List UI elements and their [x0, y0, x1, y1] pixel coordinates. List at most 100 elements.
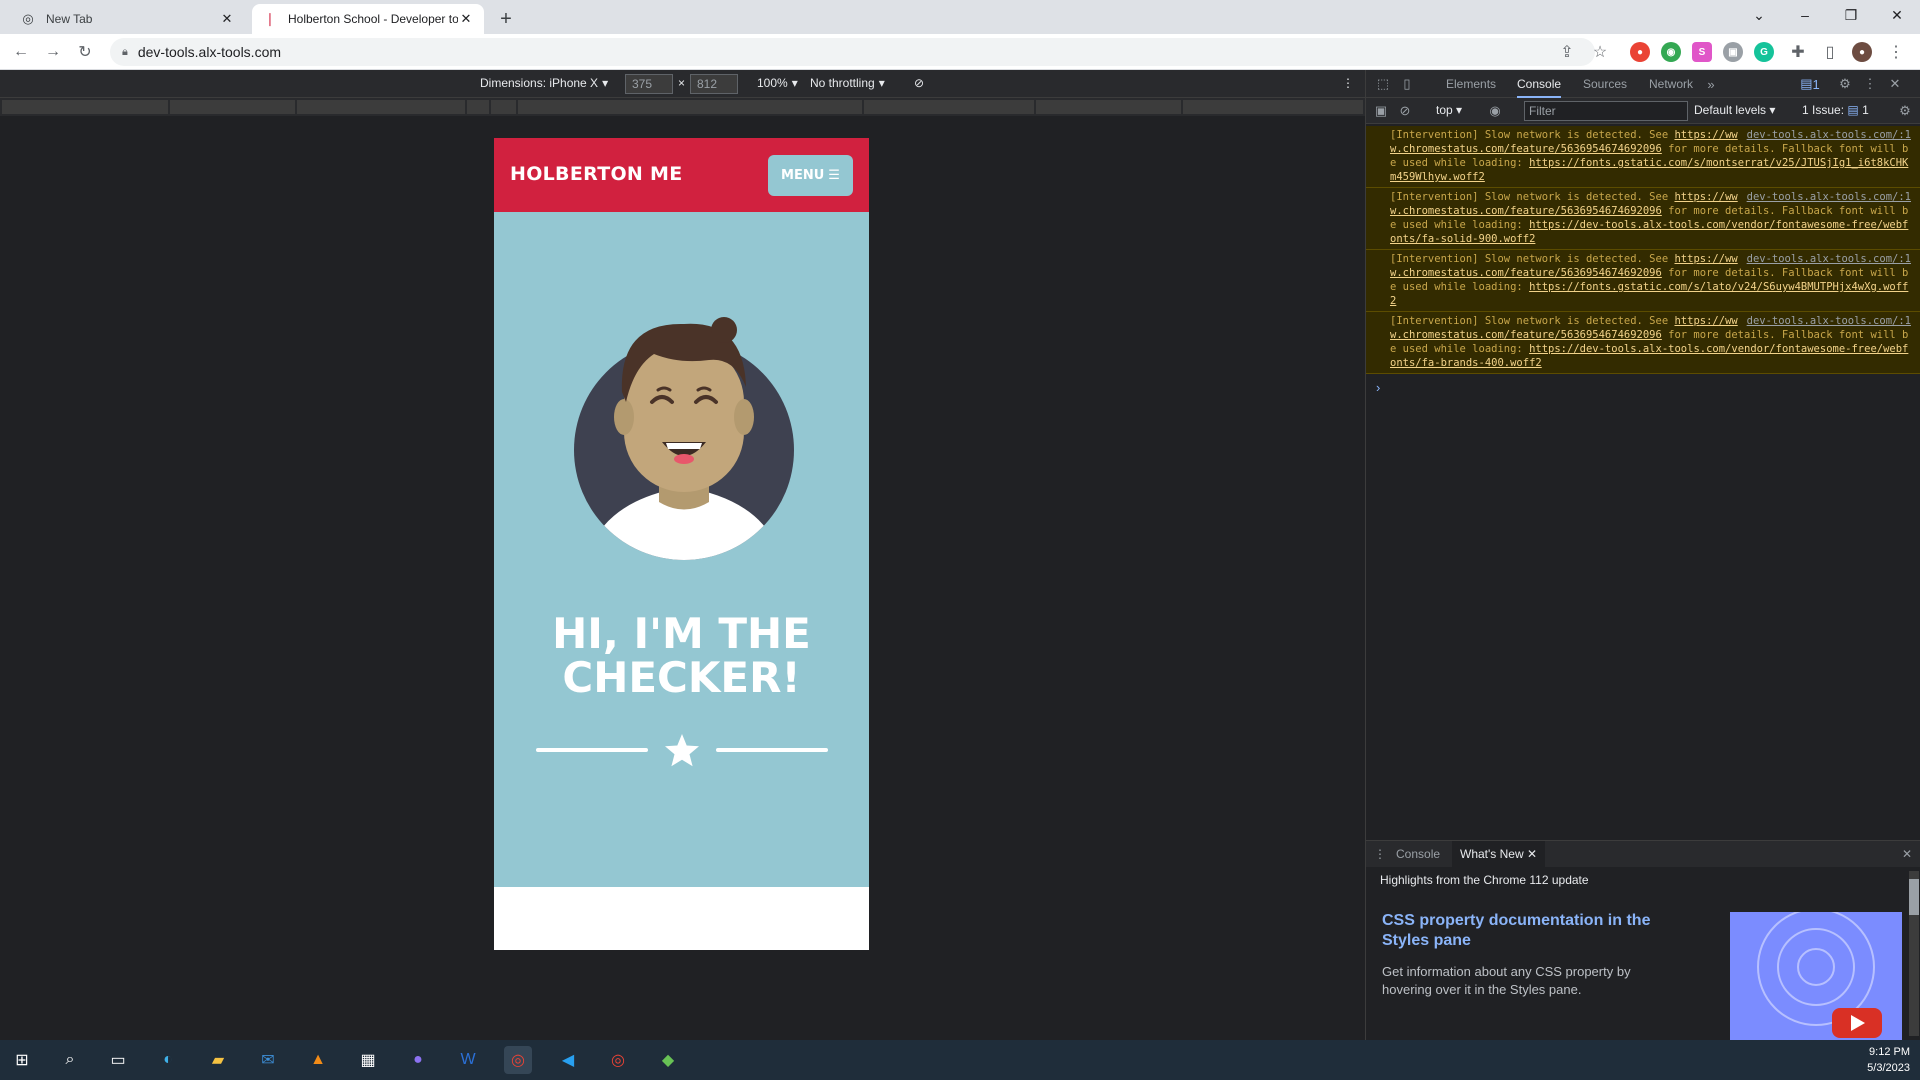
menu-button[interactable]: MENU ☰: [768, 155, 853, 196]
source-link[interactable]: dev-tools.alx-tools.com/:1: [1747, 190, 1911, 204]
close-drawer-icon[interactable]: ✕: [1894, 841, 1920, 867]
address-bar[interactable]: 🔒︎ dev-tools.alx-tools.com: [110, 38, 1595, 66]
bookmark-star-icon[interactable]: ☆: [1588, 40, 1612, 64]
store-icon[interactable]: ▦: [354, 1046, 382, 1074]
camera-extension-icon[interactable]: ▣: [1723, 42, 1743, 62]
mail-icon[interactable]: ✉: [254, 1046, 282, 1074]
zoom-select[interactable]: 100% ▾: [757, 76, 798, 90]
media-query-bar[interactable]: [517, 100, 863, 114]
issues-button[interactable]: 1 Issue: ▤ 1: [1802, 103, 1869, 117]
devtools-menu-icon[interactable]: ⋮: [1861, 75, 1879, 93]
device-select[interactable]: Dimensions: iPhone X ▾: [480, 76, 608, 90]
search-icon[interactable]: ⌕: [56, 1046, 84, 1074]
throttling-select[interactable]: No throttling ▾: [810, 76, 885, 90]
tab-sources[interactable]: Sources: [1583, 70, 1627, 98]
close-icon[interactable]: ✕: [458, 11, 474, 27]
media-query-bar[interactable]: [296, 100, 465, 114]
drawer-tab-whats-new[interactable]: What's New ✕: [1452, 841, 1546, 867]
extension-icon[interactable]: S: [1692, 42, 1712, 62]
extension-icon[interactable]: ●: [1630, 42, 1650, 62]
task-view-icon[interactable]: ▭: [104, 1046, 132, 1074]
extensions-puzzle-icon[interactable]: ✚: [1786, 40, 1810, 64]
video-thumbnail[interactable]: [1730, 912, 1902, 1042]
chromestatus-link[interactable]: http: [1674, 253, 1699, 265]
height-input[interactable]: 812: [690, 74, 738, 94]
clear-console-icon[interactable]: ⊘: [1396, 102, 1414, 120]
context-select[interactable]: top ▾: [1436, 103, 1462, 117]
tab-elements[interactable]: Elements: [1446, 70, 1496, 98]
reload-button[interactable]: ↻: [73, 40, 97, 64]
star-icon: [665, 734, 699, 767]
hamburger-icon: ☰: [828, 168, 840, 183]
close-window-button[interactable]: ✕: [1874, 0, 1920, 30]
new-tab-button[interactable]: +: [494, 7, 518, 31]
app-icon[interactable]: ◆: [654, 1046, 682, 1074]
vlc-icon[interactable]: ▲: [304, 1046, 332, 1074]
more-tabs-icon[interactable]: »: [1702, 75, 1720, 93]
side-panel-icon[interactable]: ▯: [1818, 40, 1842, 64]
tab-network[interactable]: Network: [1649, 70, 1693, 98]
close-icon[interactable]: ✕: [219, 11, 235, 27]
chromestatus-link[interactable]: http: [1674, 129, 1699, 141]
vscode-icon[interactable]: ◀: [554, 1046, 582, 1074]
rotate-icon[interactable]: ⊘: [914, 76, 924, 90]
device-toggle-icon[interactable]: ▯: [1398, 75, 1416, 93]
file-explorer-icon[interactable]: ▰: [204, 1046, 232, 1074]
chrome-icon[interactable]: ◎: [504, 1046, 532, 1074]
minimize-button[interactable]: –: [1782, 0, 1828, 30]
width-input[interactable]: 375: [625, 74, 673, 94]
system-clock[interactable]: 9:12 PM 5/3/2023: [1867, 1044, 1910, 1076]
media-query-bar[interactable]: [466, 100, 489, 114]
discord-icon[interactable]: ●: [404, 1046, 432, 1074]
tab-new-tab[interactable]: ◎ New Tab ✕: [10, 4, 245, 34]
settings-gear-icon[interactable]: ⚙: [1836, 75, 1854, 93]
media-query-bar[interactable]: [864, 100, 1035, 114]
close-icon[interactable]: ✕: [1527, 847, 1537, 861]
source-link[interactable]: dev-tools.alx-tools.com/:1: [1747, 252, 1911, 266]
kebab-menu-icon[interactable]: ⋮: [1884, 40, 1908, 64]
levels-value: Default levels: [1694, 103, 1767, 117]
drawer-tab-console[interactable]: Console: [1388, 841, 1448, 867]
media-query-bar[interactable]: [490, 100, 516, 114]
media-query-bar[interactable]: [169, 100, 295, 114]
issues-badge[interactable]: ▤ 1: [1796, 75, 1824, 93]
edge-icon[interactable]: ◐: [154, 1046, 182, 1074]
filter-input[interactable]: Filter: [1524, 101, 1688, 121]
forward-button[interactable]: →: [41, 40, 65, 64]
source-link[interactable]: dev-tools.alx-tools.com/:1: [1747, 128, 1911, 142]
windows-start-icon[interactable]: ⊞: [8, 1046, 36, 1074]
restore-button[interactable]: ❐: [1828, 0, 1874, 30]
avatar[interactable]: ●: [1852, 42, 1872, 62]
clock-date: 5/3/2023: [1867, 1062, 1910, 1074]
media-query-bar[interactable]: [1036, 100, 1182, 114]
console-settings-gear-icon[interactable]: ⚙: [1896, 102, 1914, 120]
close-devtools-icon[interactable]: ✕: [1886, 75, 1904, 93]
log-levels-select[interactable]: Default levels ▾: [1694, 103, 1775, 117]
device-more-icon[interactable]: ⋮: [1342, 76, 1354, 90]
site-brand[interactable]: HOLBERTON ME: [510, 163, 683, 185]
chrome-icon[interactable]: ◎: [604, 1046, 632, 1074]
grammarly-icon[interactable]: G: [1754, 42, 1774, 62]
source-link[interactable]: dev-tools.alx-tools.com/:1: [1747, 314, 1911, 328]
media-query-bar[interactable]: [2, 100, 168, 114]
share-icon[interactable]: ⇪: [1555, 40, 1579, 64]
extension-icon[interactable]: ◉: [1661, 42, 1681, 62]
whats-new-title[interactable]: CSS property documentation in the Styles…: [1382, 911, 1662, 951]
chromestatus-link[interactable]: http: [1674, 191, 1699, 203]
chromestatus-link[interactable]: http: [1674, 315, 1699, 327]
media-query-bar[interactable]: [1183, 100, 1363, 114]
inspect-element-icon[interactable]: ⬚: [1374, 75, 1392, 93]
sidebar-toggle-icon[interactable]: ▣: [1372, 102, 1390, 120]
word-icon[interactable]: W: [454, 1046, 482, 1074]
windows-taskbar: ⊞ ⌕ ▭ ◐ ▰ ✉ ▲ ▦ ● W ◎ ◀ ◎ ◆ 9:12 PM 5/3/…: [0, 1040, 1920, 1080]
avatar-illustration: [574, 317, 794, 560]
back-button[interactable]: ←: [9, 40, 33, 64]
warning-text: [Intervention] Slow network is detected.…: [1390, 253, 1675, 265]
tab-holberton[interactable]: ❘ Holberton School - Developer to ✕: [252, 4, 484, 34]
tab-console[interactable]: Console: [1517, 70, 1562, 98]
drawer-scrollbar[interactable]: [1909, 871, 1919, 1036]
eye-icon[interactable]: ◉: [1486, 102, 1504, 120]
console-prompt[interactable]: ›: [1376, 380, 1380, 395]
tab-search-icon[interactable]: ⌄: [1736, 0, 1782, 30]
issues-label: 1 Issue:: [1802, 103, 1845, 117]
